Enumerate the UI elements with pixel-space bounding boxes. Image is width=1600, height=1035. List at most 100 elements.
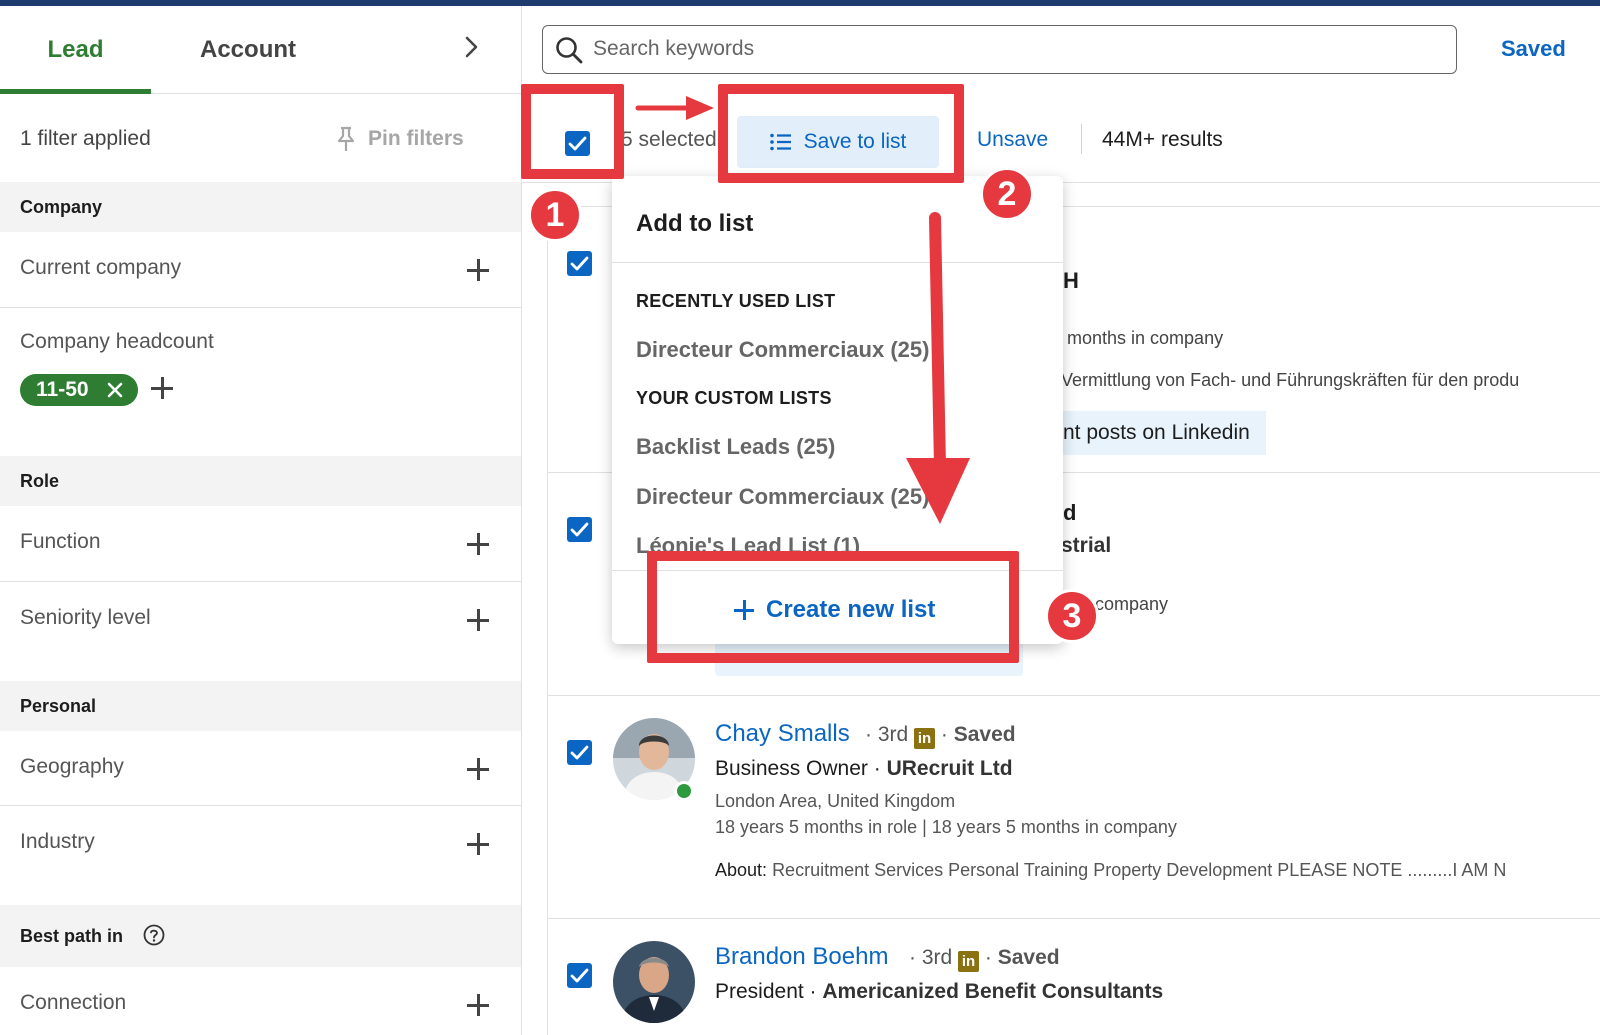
online-status-dot bbox=[674, 781, 694, 801]
save-to-list-button[interactable]: Save to list bbox=[737, 116, 939, 168]
recent-posts-chip[interactable]: nt posts on Linkedin bbox=[1063, 411, 1266, 455]
chip-label: nt posts on Linkedin bbox=[1063, 421, 1250, 444]
plus-icon[interactable] bbox=[466, 258, 490, 282]
filter-label: Function bbox=[20, 530, 101, 553]
list-option[interactable]: Backlist Leads (25) bbox=[636, 434, 835, 460]
filter-summary-bar: 1 filter applied Pin filters bbox=[0, 94, 521, 183]
lead-title: President · Americanized Benefit Consult… bbox=[715, 980, 1164, 1003]
chevron-right-icon[interactable] bbox=[458, 34, 484, 60]
filter-label: Geography bbox=[20, 755, 124, 778]
list-option[interactable]: Directeur Commerciaux (25) bbox=[636, 337, 929, 363]
avatar[interactable] bbox=[613, 941, 695, 1023]
checkmark-icon bbox=[570, 256, 589, 271]
lead-checkbox[interactable] bbox=[567, 517, 592, 542]
card-divider bbox=[547, 695, 1600, 696]
custom-lists-heading: YOUR CUSTOM LISTS bbox=[636, 388, 832, 408]
section-best-path: Best path in bbox=[0, 905, 521, 967]
results-count: 44M+ results bbox=[1102, 128, 1223, 151]
lead-tenure-fragment: months in company bbox=[1067, 328, 1224, 348]
plus-icon[interactable] bbox=[150, 376, 174, 400]
pin-filters-label: Pin filters bbox=[368, 127, 464, 150]
search-icon bbox=[556, 37, 583, 64]
lead-about: About: Recruitment Services Personal Tra… bbox=[715, 860, 1506, 881]
saved-searches-link[interactable]: Saved bbox=[1501, 36, 1566, 62]
section-company: Company bbox=[0, 182, 521, 232]
lead-company[interactable]: Americanized Benefit Consultants bbox=[822, 980, 1163, 1003]
step-marker-2: 2 bbox=[980, 167, 1034, 221]
lead-tenure-fragment: company bbox=[1095, 594, 1169, 614]
lead-about-fragment: Vermittlung von Fach- und Führungskräfte… bbox=[1061, 370, 1520, 390]
divider bbox=[612, 262, 1063, 263]
lead-checkbox[interactable] bbox=[567, 251, 592, 276]
filter-panel: Lead Account 1 filter applied Pin filter… bbox=[0, 6, 522, 1035]
lead-location: London Area, United Kingdom bbox=[715, 791, 956, 811]
about-label: About: bbox=[715, 860, 768, 880]
close-icon[interactable] bbox=[106, 381, 124, 399]
pin-icon bbox=[337, 126, 355, 151]
saved-badge: Saved bbox=[953, 723, 1016, 746]
filter-seniority-level[interactable]: Seniority level bbox=[0, 582, 521, 682]
step-marker-3: 3 bbox=[1045, 589, 1099, 643]
divider bbox=[612, 570, 1063, 571]
lead-checkbox[interactable] bbox=[567, 740, 592, 765]
unsave-button[interactable]: Unsave bbox=[977, 128, 1048, 152]
filter-count: 1 filter applied bbox=[20, 127, 151, 150]
pin-filters-button[interactable]: Pin filters bbox=[334, 124, 464, 154]
select-all-checkbox[interactable] bbox=[565, 131, 590, 156]
lead-account-tabs: Lead Account bbox=[0, 6, 521, 94]
help-icon[interactable] bbox=[143, 924, 165, 946]
checkmark-icon bbox=[568, 136, 587, 151]
lead-title: Business Owner · URecruit Ltd bbox=[715, 757, 1013, 780]
connection-degree: 3rd bbox=[921, 946, 953, 969]
connection-degree: 3rd bbox=[877, 723, 909, 746]
filter-label: Industry bbox=[20, 830, 95, 853]
pill-label: 11-50 bbox=[36, 378, 89, 401]
filter-current-company[interactable]: Current company bbox=[0, 232, 521, 308]
step-marker-1: 1 bbox=[528, 188, 582, 242]
plus-icon[interactable] bbox=[466, 608, 490, 632]
lead-checkbox[interactable] bbox=[567, 963, 592, 988]
dropdown-title: Add to list bbox=[636, 210, 754, 237]
lead-name[interactable]: Chay Smalls bbox=[715, 720, 850, 748]
plus-icon bbox=[734, 600, 754, 620]
linkedin-icon: in bbox=[914, 728, 936, 749]
tab-lead[interactable]: Lead bbox=[0, 6, 151, 94]
add-to-list-dropdown: Add to list RECENTLY USED LIST Directeur… bbox=[612, 176, 1063, 644]
plus-icon[interactable] bbox=[466, 832, 490, 856]
filter-label: Company headcount bbox=[20, 330, 214, 353]
checkmark-icon bbox=[570, 522, 589, 537]
filter-industry[interactable]: Industry bbox=[0, 806, 521, 906]
lead-meta: · 3rd in · Saved bbox=[865, 723, 1016, 749]
checkmark-icon bbox=[570, 745, 589, 760]
list-icon bbox=[769, 133, 791, 151]
search-input[interactable] bbox=[593, 32, 1433, 66]
list-option[interactable]: Léonie's Lead List (1) bbox=[636, 533, 860, 555]
selected-count: 5 selected bbox=[621, 128, 717, 151]
about-text: Recruitment Services Personal Training P… bbox=[772, 860, 1507, 880]
lead-role: President bbox=[715, 980, 804, 1003]
tab-account[interactable]: Account bbox=[200, 6, 296, 94]
lead-company-fragment: strial bbox=[1061, 534, 1112, 557]
lead-meta: · 3rd in · Saved bbox=[909, 946, 1060, 972]
plus-icon[interactable] bbox=[466, 532, 490, 556]
search-box[interactable] bbox=[542, 25, 1457, 74]
create-new-list-label: Create new list bbox=[766, 596, 936, 623]
section-personal: Personal bbox=[0, 681, 521, 731]
checkmark-icon bbox=[570, 968, 589, 983]
plus-icon[interactable] bbox=[466, 757, 490, 781]
lead-company[interactable]: URecruit Ltd bbox=[887, 757, 1013, 780]
plus-icon[interactable] bbox=[466, 993, 490, 1017]
filter-geography[interactable]: Geography bbox=[0, 731, 521, 806]
filter-connection[interactable]: Connection bbox=[0, 967, 521, 1035]
lead-role: Business Owner bbox=[715, 757, 868, 780]
create-new-list-button[interactable]: Create new list bbox=[734, 596, 935, 624]
card-divider bbox=[547, 918, 1600, 919]
bulk-action-bar: 5 selected Save to list Unsave 44M+ resu… bbox=[523, 94, 1600, 183]
saved-badge: Saved bbox=[997, 946, 1060, 969]
list-option[interactable]: Directeur Commerciaux (25) bbox=[636, 484, 929, 510]
headcount-filter-pill[interactable]: 11-50 bbox=[20, 374, 138, 406]
filter-label: Current company bbox=[20, 256, 182, 279]
filter-function[interactable]: Function bbox=[0, 506, 521, 582]
recent-lists-heading: RECENTLY USED LIST bbox=[636, 291, 836, 311]
lead-name[interactable]: Brandon Boehm bbox=[715, 943, 888, 971]
